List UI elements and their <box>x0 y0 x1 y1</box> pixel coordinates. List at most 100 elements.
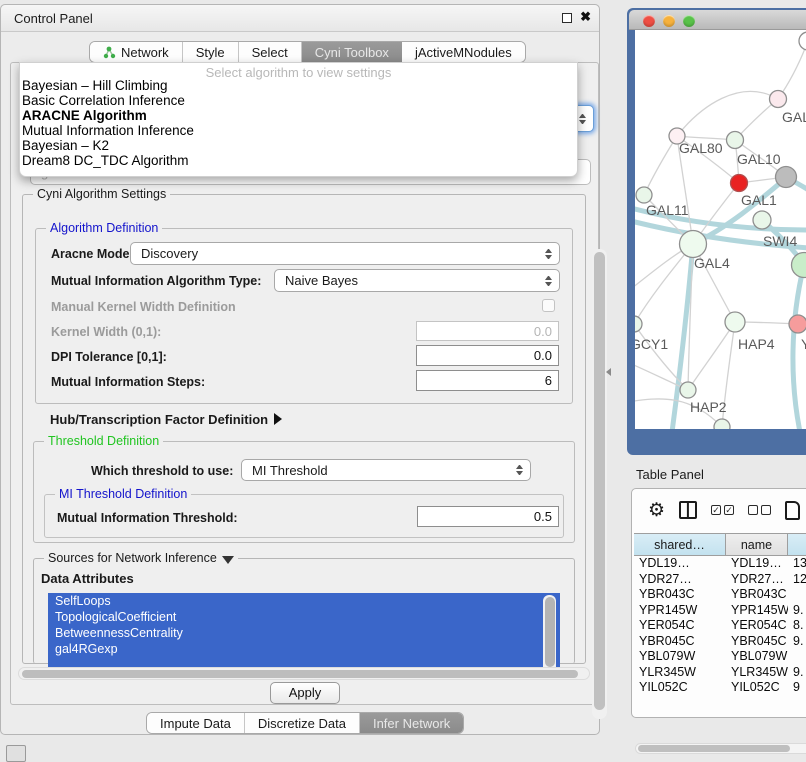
table-cell: YLR345W <box>726 665 788 681</box>
algorithm-option[interactable]: Bayesian – K2 <box>20 138 577 153</box>
column-header-A[interactable]: A <box>788 534 806 555</box>
network-node[interactable] <box>725 312 745 332</box>
network-view-window: GALGAL80GAL10GAL1GAL11SWI4GAL4GCY1HAP4YH… <box>627 8 806 455</box>
bottom-tab-infer-network[interactable]: Infer Network <box>360 713 463 733</box>
attribute-item[interactable]: SelfLoops <box>48 593 560 609</box>
tab-network[interactable]: Network <box>90 42 183 62</box>
table-row[interactable]: YBL079WYBL079W <box>634 649 806 665</box>
gear-icon[interactable]: ⚙ <box>648 501 665 520</box>
algorithm-option[interactable]: Bayesian – Hill Climbing <box>20 78 577 93</box>
manual-kernel-checkbox[interactable] <box>542 299 555 312</box>
network-node[interactable] <box>680 231 707 258</box>
table-cell: 9. <box>788 603 806 619</box>
table-row[interactable]: YER054CYER054C8. <box>634 618 806 634</box>
hub-definition-label: Hub/Transcription Factor Definition <box>50 412 268 427</box>
network-window-titlebar[interactable] <box>629 10 806 30</box>
aracne-mode-combo[interactable]: Discovery <box>130 242 560 265</box>
column-header-name[interactable]: name <box>726 534 788 555</box>
attribute-item[interactable]: gal4RGexp <box>48 641 560 657</box>
new-table-icon[interactable] <box>785 501 800 520</box>
column-header-shared[interactable]: shared… <box>634 534 726 555</box>
tab-style[interactable]: Style <box>183 42 239 62</box>
table-cell <box>788 649 806 665</box>
spinner-arrows-icon <box>545 276 552 286</box>
mi-type-combo[interactable]: Naive Bayes <box>274 269 560 292</box>
bottom-tabstrip: Impute DataDiscretize DataInfer Network <box>146 712 464 734</box>
table-row[interactable]: YIL052CYIL052C9 <box>634 680 806 696</box>
network-node[interactable] <box>680 382 696 398</box>
tab-label: Cyni Toolbox <box>315 45 389 60</box>
network-node[interactable] <box>799 32 806 50</box>
cyni-algorithm-settings-group: Cyni Algorithm Settings Algorithm Defini… <box>22 194 586 664</box>
screen: Control Panel ✖ NetworkStyleSelectCyni T… <box>0 0 806 762</box>
hub-definition-toggle[interactable]: Hub/Transcription Factor Definition <box>50 412 282 427</box>
table-cell: YER054C <box>634 618 726 634</box>
algorithm-option[interactable]: Dream8 DC_TDC Algorithm <box>20 153 577 168</box>
mi-type-value: Naive Bayes <box>285 273 358 288</box>
table-cell: 13 <box>788 556 806 572</box>
which-threshold-combo[interactable]: MI Threshold <box>241 459 531 481</box>
table-horizontal-scrollbar[interactable] <box>635 743 806 754</box>
network-icon <box>103 46 116 59</box>
network-graph: GALGAL80GAL10GAL1GAL11SWI4GAL4GCY1HAP4YH… <box>635 30 806 429</box>
panel-collapse-arrow[interactable] <box>606 368 611 376</box>
kernel-width-field[interactable]: 0.0 <box>416 321 559 341</box>
network-node[interactable] <box>776 167 797 188</box>
manual-kernel-label: Manual Kernel Width Definition <box>51 300 236 314</box>
sources-group: Sources for Network Inference Data Attri… <box>33 558 575 664</box>
algorithm-option[interactable]: ARACNE Algorithm <box>20 108 577 123</box>
network-canvas[interactable]: GALGAL80GAL10GAL1GAL11SWI4GAL4GCY1HAP4YH… <box>635 30 806 429</box>
float-panel-icon[interactable] <box>562 13 572 23</box>
attribute-item[interactable]: BetweennessCentrality <box>48 625 560 641</box>
network-node[interactable] <box>770 91 787 108</box>
split-columns-icon[interactable] <box>679 501 697 519</box>
table-cell: 9. <box>788 634 806 650</box>
bottom-tab-impute-data[interactable]: Impute Data <box>147 713 245 733</box>
settings-vertical-scrollbar[interactable] <box>592 249 607 719</box>
network-node[interactable] <box>792 253 806 278</box>
mi-type-label: Mutual Information Algorithm Type: <box>51 274 261 288</box>
algorithm-definition-legend: Algorithm Definition <box>46 221 162 235</box>
table-row[interactable]: YLR345WYLR345W9. <box>634 665 806 681</box>
zoom-traffic-light-icon[interactable] <box>683 15 695 27</box>
table-row[interactable]: YBR043CYBR043C <box>634 587 806 603</box>
network-node[interactable] <box>714 419 730 429</box>
attributes-scrollbar[interactable] <box>543 595 556 673</box>
minimized-panel-icon[interactable] <box>6 745 26 762</box>
bottom-tab-discretize-data[interactable]: Discretize Data <box>245 713 360 733</box>
select-all-checkboxes-icon[interactable]: ✓✓ <box>711 505 734 515</box>
algorithm-option[interactable]: Mutual Information Inference <box>20 123 577 138</box>
which-threshold-value: MI Threshold <box>252 463 328 478</box>
table-cell: YER054C <box>726 618 788 634</box>
network-node[interactable] <box>789 315 806 333</box>
table-cell: YIL052C <box>726 680 788 696</box>
data-attributes-list[interactable]: SelfLoopsTopologicalCoefficientBetweenne… <box>48 593 560 677</box>
network-node[interactable] <box>753 211 771 229</box>
settings-horizontal-scrollbar[interactable] <box>18 667 590 680</box>
network-node[interactable] <box>636 187 652 203</box>
network-node[interactable] <box>731 175 748 192</box>
tab-select[interactable]: Select <box>239 42 302 62</box>
tab-cyni-toolbox[interactable]: Cyni Toolbox <box>302 42 402 62</box>
attribute-item[interactable]: TopologicalCoefficient <box>48 609 560 625</box>
sources-legend[interactable]: Sources for Network Inference <box>44 551 238 565</box>
minimize-traffic-light-icon[interactable] <box>663 15 675 27</box>
network-node[interactable] <box>727 132 744 149</box>
mi-steps-field[interactable]: 6 <box>416 370 559 391</box>
table-row[interactable]: YDR27…YDR27…12 <box>634 572 806 588</box>
mi-threshold-legend: MI Threshold Definition <box>55 487 191 501</box>
table-cell <box>788 587 806 603</box>
dpi-tolerance-field[interactable]: 0.0 <box>416 345 559 366</box>
close-panel-icon[interactable]: ✖ <box>580 9 591 25</box>
tab-jactivemnodules[interactable]: jActiveMNodules <box>402 42 525 62</box>
table-row[interactable]: YDL19…YDL19…13 <box>634 556 806 572</box>
table-row[interactable]: YPR145WYPR145W9. <box>634 603 806 619</box>
close-traffic-light-icon[interactable] <box>643 15 655 27</box>
mi-threshold-field[interactable]: 0.5 <box>417 506 559 527</box>
deselect-all-checkboxes-icon[interactable] <box>748 505 771 515</box>
algorithm-option[interactable]: Basic Correlation Inference <box>20 93 577 108</box>
table-row[interactable]: YBR045CYBR045C9. <box>634 634 806 650</box>
table-panel: Table Panel ⚙ ✓✓ shared…nameA YDL19…YDL1… <box>627 458 806 733</box>
network-node[interactable] <box>635 316 642 332</box>
apply-button[interactable]: Apply <box>270 682 340 704</box>
